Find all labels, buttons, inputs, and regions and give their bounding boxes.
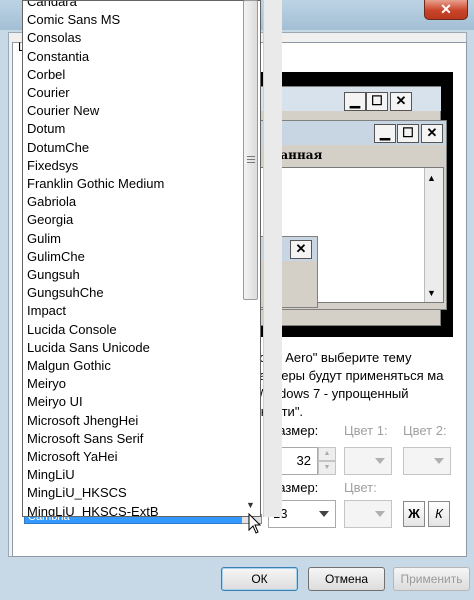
stepper-up-icon[interactable]: ▲: [318, 447, 336, 461]
item-color2-select[interactable]: [403, 447, 451, 475]
preview-scroll-up-icon: ▲: [427, 173, 436, 183]
scroll-grip: [247, 156, 255, 157]
font-list-item[interactable]: Meiryo UI: [27, 393, 83, 411]
preview-scroll-down-icon: ▼: [427, 288, 436, 298]
cancel-button[interactable]: Отмена: [308, 567, 385, 591]
stepper-down-icon[interactable]: ▼: [318, 461, 336, 475]
font-color-label: Цвет:: [344, 480, 377, 495]
italic-button[interactable]: К: [428, 501, 450, 527]
font-list-item[interactable]: Georgia: [27, 211, 73, 229]
close-button[interactable]: ✕: [424, 0, 468, 20]
font-list-scroll-thumb[interactable]: [243, 0, 258, 300]
font-list-item[interactable]: Corbel: [27, 66, 65, 84]
font-list-item[interactable]: Candara: [27, 1, 77, 11]
item-color2-label: Цвет 2:: [403, 423, 447, 438]
font-list-item[interactable]: MingLiU_HKSCS: [27, 484, 127, 502]
font-list-item[interactable]: Franklin Gothic Medium: [27, 175, 164, 193]
ok-button[interactable]: ОК: [221, 567, 298, 591]
apply-button[interactable]: Применить: [393, 567, 470, 591]
font-list-scrollbar[interactable]: [263, 0, 282, 517]
font-list-item[interactable]: Fixedsys: [27, 157, 78, 175]
font-list-item[interactable]: Impact: [27, 302, 66, 320]
font-list-item[interactable]: Courier New: [27, 102, 99, 120]
preview-active-close-icon: ✕: [421, 124, 443, 143]
mouse-cursor-icon: [248, 513, 262, 534]
preview-maximize-icon: ☐: [366, 92, 388, 111]
font-list-item[interactable]: Comic Sans MS: [27, 11, 120, 29]
font-list-item[interactable]: Dotum: [27, 120, 65, 138]
font-list-item[interactable]: GungsuhChe: [27, 284, 104, 302]
font-list-item[interactable]: Microsoft JhengHei: [27, 412, 138, 430]
font-list-scroll-down-icon[interactable]: ▼: [246, 500, 255, 510]
item-color1-label: Цвет 1:: [344, 423, 388, 438]
item-color1-select[interactable]: [344, 447, 392, 475]
chevron-down-icon: [375, 511, 385, 517]
item-size-value: 32: [296, 453, 311, 468]
scheme-description: dows Aero" выберите тему размеры будут п…: [252, 350, 444, 419]
font-list-item[interactable]: GulimChe: [27, 248, 85, 266]
preview-message-close-icon: ✕: [290, 240, 312, 259]
font-list-item[interactable]: Gulim: [27, 230, 61, 248]
font-list-item[interactable]: Gungsuh: [27, 266, 80, 284]
font-list-item[interactable]: Microsoft Sans Serif: [27, 430, 143, 448]
font-list-item[interactable]: Lucida Console: [27, 321, 117, 339]
chevron-down-icon: [319, 511, 329, 517]
font-list-item[interactable]: Constantia: [27, 48, 89, 66]
font-list-item[interactable]: Meiryo: [27, 375, 66, 393]
preview-active-maximize-icon: ☐: [397, 124, 419, 143]
chevron-down-icon: [375, 458, 385, 464]
scroll-grip: [247, 162, 255, 163]
preview-scrollbar: [424, 168, 443, 302]
font-dropdown-list[interactable]: Candara Comic Sans MS Consolas Constantia Co…: [22, 0, 261, 517]
preview-minimize-icon: ▁: [344, 92, 366, 111]
font-list-item[interactable]: Lucida Sans Unicode: [27, 339, 150, 357]
font-list-item[interactable]: Microsoft YaHei: [27, 448, 118, 466]
preview-active-minimize-icon: ▁: [374, 124, 396, 143]
font-list-item[interactable]: MingLiU_HKSCS-ExtB: [27, 503, 159, 516]
item-size-stepper[interactable]: ▲ ▼: [318, 447, 336, 475]
font-list-item[interactable]: Consolas: [27, 29, 81, 47]
font-color-select[interactable]: [344, 500, 392, 528]
preview-close-icon: ✕: [390, 92, 412, 111]
font-list-item[interactable]: Malgun Gothic: [27, 357, 111, 375]
font-list-item[interactable]: Gabriola: [27, 193, 76, 211]
font-list-item[interactable]: MingLiU: [27, 466, 75, 484]
chevron-down-icon: [434, 458, 444, 464]
font-list-item[interactable]: DotumChe: [27, 139, 89, 157]
bold-button[interactable]: Ж: [403, 501, 425, 527]
scroll-grip: [247, 159, 255, 160]
font-list-item[interactable]: Courier: [27, 84, 70, 102]
